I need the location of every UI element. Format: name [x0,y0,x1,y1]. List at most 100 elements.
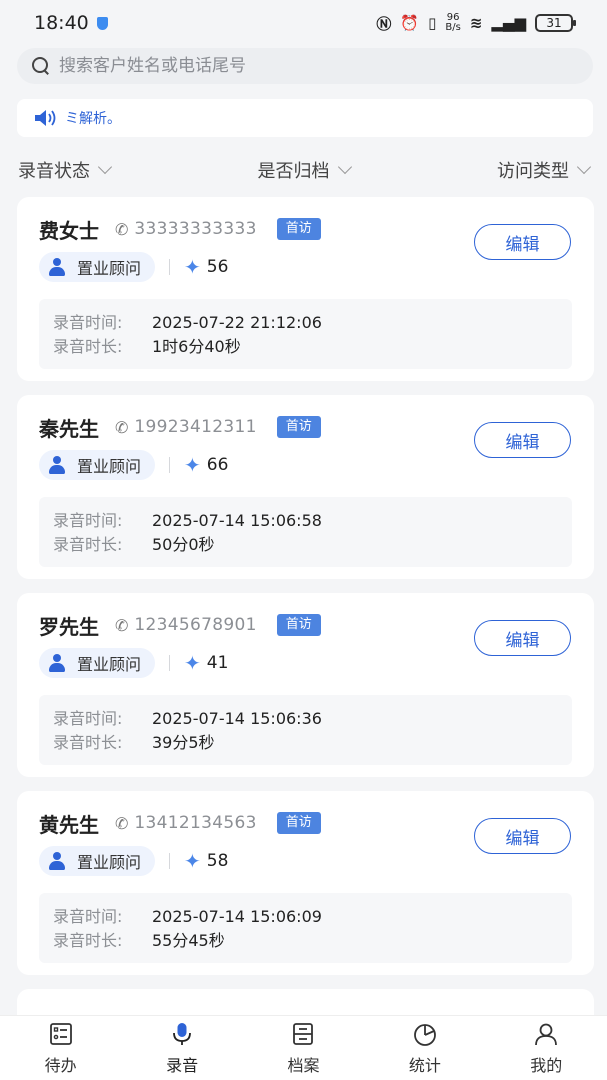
edit-button[interactable]: 编辑 [474,422,571,458]
sparkle-icon: ✦ [184,651,201,675]
phone-icon: ✆ [115,219,129,239]
role-badge: 置业顾问 [39,252,156,282]
score-value: 66 [206,455,229,475]
person-icon [47,257,67,277]
record-time-line: 录音时间: 2025-07-14 15:06:09 [53,905,558,929]
record-duration-line: 录音时长: 1时6分40秒 [53,335,558,359]
record-time-line: 录音时间: 2025-07-22 21:12:06 [53,311,558,335]
status-time: 18:40 [34,12,89,34]
visit-tag: 首访 [276,218,321,240]
microphone-icon [173,1023,191,1045]
edit-button[interactable]: 编辑 [474,818,571,854]
record-time-label: 录音时间: [53,313,123,332]
record-duration-label: 录音时长: [53,733,123,752]
search-input[interactable] [59,56,559,76]
record-duration-value: 50分0秒 [152,535,215,554]
divider [169,655,171,671]
todo-icon [49,1023,72,1045]
shield-icon [96,16,108,30]
speaker-icon [35,110,56,126]
alarm-icon: ⏰ [400,14,420,32]
record-time-label: 录音时间: [53,907,123,926]
record-info: 录音时间: 2025-07-14 15:06:09 录音时长: 55分45秒 [39,893,572,963]
recording-card[interactable]: 黄先生 ✆ 13412134563 首访 编辑 置业顾问 ✦ 58 录音时间: … [17,791,594,975]
divider [169,259,171,275]
edit-button[interactable]: 编辑 [474,224,571,260]
tab-label: 待办 [44,1056,77,1075]
signal-icon: ▂▄▆ [491,14,526,32]
phone-icon: ✆ [115,615,129,635]
battery-level: 31 [546,16,562,30]
filter-archived[interactable]: 是否归档 [257,157,352,183]
phone-icon: ✆ [115,813,129,833]
record-duration-value: 1时6分40秒 [152,337,241,356]
tab-todo[interactable]: 待办 [21,1020,101,1076]
filter-visit-type[interactable]: 访问类型 [497,157,592,183]
tab-archive[interactable]: 档案 [263,1020,343,1076]
visit-tag: 首访 [276,812,321,834]
divider [169,457,171,473]
record-info: 录音时间: 2025-07-14 15:06:36 录音时长: 39分5秒 [39,695,572,765]
visit-tag: 首访 [276,416,321,438]
network-speed: 96 B/s [445,12,461,33]
record-duration-value: 39分5秒 [152,733,215,752]
nfc-icon: Ⓝ [376,14,392,33]
record-duration-line: 录音时长: 50分0秒 [53,533,558,557]
role-badge: 置业顾问 [39,450,156,480]
recording-list: 费女士 ✆ 33333333333 首访 编辑 置业顾问 ✦ 56 录音时间: … [17,197,594,1043]
record-duration-line: 录音时长: 39分5秒 [53,731,558,755]
record-time-value: 2025-07-14 15:06:36 [152,709,322,728]
tab-label: 我的 [530,1056,563,1075]
filter-record-status[interactable]: 录音状态 [18,157,113,183]
visit-tag: 首访 [276,614,321,636]
status-left: 18:40 [34,12,108,34]
recording-card[interactable]: 秦先生 ✆ 19923412311 首访 编辑 置业顾问 ✦ 66 录音时间: … [17,395,594,579]
chevron-down-icon [337,159,352,175]
recording-card[interactable]: 费女士 ✆ 33333333333 首访 编辑 置业顾问 ✦ 56 录音时间: … [17,197,594,381]
pie-chart-icon [413,1024,436,1046]
record-info: 录音时间: 2025-07-14 15:06:58 录音时长: 50分0秒 [39,497,572,567]
customer-name: 黄先生 [39,812,99,837]
record-duration-line: 录音时长: 55分45秒 [53,929,558,953]
tab-label: 统计 [408,1056,441,1075]
role-label: 置业顾问 [77,655,142,674]
recording-card[interactable]: 罗先生 ✆ 12345678901 首访 编辑 置业顾问 ✦ 41 录音时间: … [17,593,594,777]
record-info: 录音时间: 2025-07-22 21:12:06 录音时长: 1时6分40秒 [39,299,572,369]
record-duration-value: 55分45秒 [152,931,225,950]
filter-label: 录音状态 [18,161,90,182]
user-icon [535,1023,558,1046]
edit-button[interactable]: 编辑 [474,620,571,656]
score-value: 41 [206,653,229,673]
record-duration-label: 录音时长: [53,931,123,950]
status-right: Ⓝ ⏰ ▯ 96 B/s ≋ ▂▄▆ 31 [376,12,576,34]
person-icon [47,851,67,871]
tab-mine[interactable]: 我的 [506,1020,586,1076]
record-time-line: 录音时间: 2025-07-14 15:06:58 [53,509,558,533]
search-bar[interactable] [17,48,593,84]
customer-phone: 13412134563 [134,813,257,833]
filter-label: 是否归档 [257,161,330,182]
record-time-value: 2025-07-14 15:06:58 [152,511,322,530]
person-icon [47,455,67,475]
customer-phone: 19923412311 [134,417,257,437]
customer-phone: 33333333333 [134,219,257,239]
role-badge: 置业顾问 [39,846,156,876]
tab-recording[interactable]: 录音 [142,1020,222,1076]
person-icon [47,653,67,673]
battery-icon: 31 [535,14,576,32]
role-label: 置业顾问 [77,259,142,278]
tab-statistics[interactable]: 统计 [385,1020,465,1076]
record-time-value: 2025-07-22 21:12:06 [152,313,322,332]
status-bar: 18:40 Ⓝ ⏰ ▯ 96 B/s ≋ ▂▄▆ 31 [0,0,607,46]
notice-text: ミ解析。 [65,111,121,127]
record-time-label: 录音时间: [53,709,123,728]
score-value: 58 [206,851,229,871]
search-icon [31,56,51,76]
sparkle-icon: ✦ [184,849,201,873]
filter-row: 录音状态 是否归档 访问类型 [0,152,607,188]
tab-label: 录音 [166,1056,199,1075]
vibrate-icon: ▯ [428,14,437,32]
score-value: 56 [206,257,229,277]
archive-icon [293,1023,314,1045]
chevron-down-icon [97,159,113,175]
